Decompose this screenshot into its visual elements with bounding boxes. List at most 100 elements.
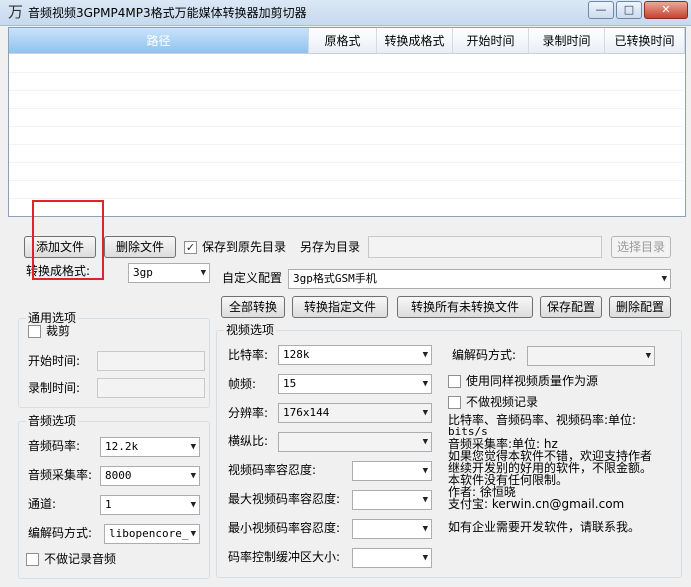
row-divider bbox=[9, 198, 685, 199]
save-config-button[interactable]: 保存配置 bbox=[540, 296, 602, 318]
row-divider bbox=[9, 144, 685, 145]
chevron-down-icon: ▼ bbox=[190, 442, 196, 452]
custom-config-select[interactable]: 3gp格式GSM手机 ▼ bbox=[288, 269, 671, 289]
save-as-dir-label: 另存为目录 bbox=[300, 240, 361, 254]
no-audio-checkbox[interactable] bbox=[26, 553, 39, 566]
video-codec-label: 编解码方式: bbox=[452, 348, 517, 362]
info-contact: 如有企业需要开发软件，请联系我。 bbox=[448, 520, 641, 534]
video-min-bitrate-tolerance-select[interactable]: ▼ bbox=[352, 519, 432, 539]
chevron-down-icon: ▼ bbox=[645, 351, 651, 361]
same-quality-checkbox[interactable] bbox=[448, 375, 461, 388]
video-options-title: 视频选项 bbox=[224, 322, 277, 338]
cut-label: 裁剪 bbox=[46, 324, 71, 338]
file-list[interactable]: 路径 原格式 转换成格式 开始时间 录制时间 已转换时间 bbox=[8, 27, 686, 217]
delete-file-button[interactable]: 删除文件 bbox=[104, 236, 176, 258]
video-resolution-value: 176x144 bbox=[283, 406, 330, 419]
save-as-dir-input[interactable] bbox=[368, 236, 602, 258]
audio-bitrate-select[interactable]: 12.2k ▼ bbox=[100, 437, 200, 457]
column-header-path[interactable]: 路径 bbox=[9, 28, 309, 54]
chevron-down-icon: ▼ bbox=[422, 350, 428, 360]
column-header-record-time[interactable]: 录制时间 bbox=[529, 28, 605, 54]
video-buffer-size-select[interactable]: ▼ bbox=[352, 548, 432, 568]
save-to-source-label: 保存到原先目录 bbox=[202, 240, 287, 254]
highlight-annotation-box bbox=[32, 200, 104, 280]
chevron-down-icon: ▼ bbox=[661, 274, 667, 284]
video-bitrate-tolerance-label: 视频码率容忍度: bbox=[228, 463, 317, 477]
column-header-source-format[interactable]: 原格式 bbox=[309, 28, 377, 54]
chevron-down-icon: ▼ bbox=[422, 495, 428, 505]
audio-channels-select[interactable]: 1 ▼ bbox=[100, 495, 200, 515]
column-header-start-time[interactable]: 开始时间 bbox=[453, 28, 529, 54]
video-bitrate-tolerance-select[interactable]: ▼ bbox=[352, 461, 432, 481]
chevron-down-icon: ▼ bbox=[422, 524, 428, 534]
column-header-converted-time[interactable]: 已转换时间 bbox=[605, 28, 685, 54]
row-divider bbox=[9, 72, 685, 73]
delete-config-button[interactable]: 删除配置 bbox=[609, 296, 671, 318]
convert-format-select[interactable]: 3gp ▼ bbox=[128, 263, 210, 283]
audio-channels-value: 1 bbox=[105, 498, 112, 511]
audio-codec-value: libopencore_ bbox=[109, 527, 189, 540]
audio-samplerate-label: 音频采集率: bbox=[28, 468, 93, 482]
video-aspect-select[interactable]: ▼ bbox=[278, 432, 432, 452]
video-max-bitrate-tolerance-label: 最大视频码率容忍度: bbox=[228, 492, 341, 506]
choose-dir-button[interactable]: 选择目录 bbox=[611, 236, 671, 258]
info-alipay: 支付宝: kerwin.cn@gmail.com bbox=[448, 497, 625, 511]
chevron-down-icon: ▼ bbox=[422, 437, 428, 447]
row-divider bbox=[9, 108, 685, 109]
audio-options-title: 音频选项 bbox=[26, 413, 79, 429]
video-resolution-select[interactable]: 176x144 ▼ bbox=[278, 403, 432, 423]
maximize-button[interactable]: □ bbox=[616, 1, 642, 19]
video-aspect-label: 横纵比: bbox=[228, 434, 269, 448]
close-button[interactable]: ✕ bbox=[644, 1, 688, 19]
window-title: 音频视频3GPMP4MP3格式万能媒体转换器加剪切器 bbox=[28, 6, 307, 20]
app-icon: 万 bbox=[8, 3, 24, 21]
record-time-label: 录制时间: bbox=[28, 381, 81, 395]
video-codec-select[interactable]: ▼ bbox=[527, 346, 655, 366]
video-min-bitrate-tolerance-label: 最小视频码率容忍度: bbox=[228, 521, 341, 535]
no-video-checkbox[interactable] bbox=[448, 396, 461, 409]
column-header-target-format[interactable]: 转换成格式 bbox=[377, 28, 453, 54]
chevron-down-icon: ▼ bbox=[422, 408, 428, 418]
chevron-down-icon: ▼ bbox=[422, 379, 428, 389]
video-bitrate-value: 128k bbox=[283, 348, 310, 361]
chevron-down-icon: ▼ bbox=[190, 471, 196, 481]
audio-channels-label: 通道: bbox=[28, 497, 57, 511]
video-fps-label: 帧频: bbox=[228, 377, 257, 391]
convert-format-value: 3gp bbox=[133, 266, 153, 279]
video-max-bitrate-tolerance-select[interactable]: ▼ bbox=[352, 490, 432, 510]
audio-samplerate-select[interactable]: 8000 ▼ bbox=[100, 466, 200, 486]
video-buffer-size-label: 码率控制缓冲区大小: bbox=[228, 550, 341, 564]
start-time-label: 开始时间: bbox=[28, 354, 81, 368]
minimize-button[interactable]: — bbox=[588, 1, 614, 19]
audio-bitrate-value: 12.2k bbox=[105, 440, 139, 453]
video-bitrate-label: 比特率: bbox=[228, 348, 269, 362]
row-divider bbox=[9, 126, 685, 127]
row-divider bbox=[9, 162, 685, 163]
audio-codec-select[interactable]: libopencore_ ▼ bbox=[104, 524, 200, 544]
chevron-down-icon: ▼ bbox=[190, 529, 196, 539]
row-divider bbox=[9, 90, 685, 91]
chevron-down-icon: ▼ bbox=[422, 553, 428, 563]
same-quality-label: 使用同样视频质量作为源 bbox=[466, 374, 599, 388]
video-fps-select[interactable]: 15 ▼ bbox=[278, 374, 432, 394]
custom-config-value: 3gp格式GSM手机 bbox=[293, 272, 377, 285]
no-video-label: 不做视频记录 bbox=[466, 395, 539, 409]
video-fps-value: 15 bbox=[283, 377, 297, 390]
convert-selected-button[interactable]: 转换指定文件 bbox=[292, 296, 388, 318]
audio-codec-label: 编解码方式: bbox=[28, 526, 93, 540]
convert-all-button[interactable]: 全部转换 bbox=[221, 296, 285, 318]
cut-checkbox[interactable] bbox=[28, 325, 41, 338]
chevron-down-icon: ▼ bbox=[200, 268, 206, 278]
convert-remaining-button[interactable]: 转换所有未转换文件 bbox=[397, 296, 533, 318]
video-bitrate-select[interactable]: 128k ▼ bbox=[278, 345, 432, 365]
row-divider bbox=[9, 180, 685, 181]
chevron-down-icon: ▼ bbox=[422, 466, 428, 476]
no-audio-label: 不做记录音频 bbox=[44, 552, 117, 566]
custom-config-label: 自定义配置 bbox=[222, 271, 283, 285]
audio-bitrate-label: 音频码率: bbox=[28, 439, 81, 453]
chevron-down-icon: ▼ bbox=[190, 500, 196, 510]
audio-samplerate-value: 8000 bbox=[105, 469, 132, 482]
start-time-input[interactable] bbox=[97, 351, 205, 371]
save-to-source-checkbox[interactable]: ✓ bbox=[184, 241, 197, 254]
record-time-input[interactable] bbox=[97, 378, 205, 398]
